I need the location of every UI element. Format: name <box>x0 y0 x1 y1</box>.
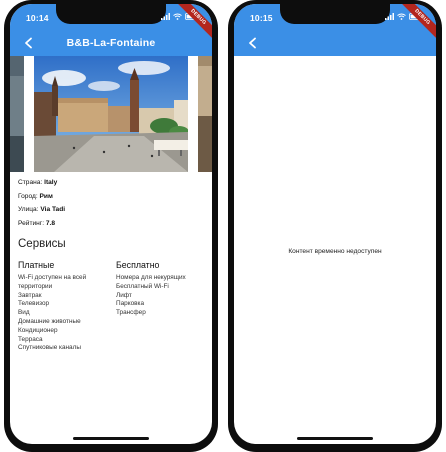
unavailable-screen: 10:15 DEBUG Контент временно недоступен <box>234 4 436 444</box>
debug-ribbon: DEBUG <box>396 4 436 44</box>
status-time: 10:14 <box>26 13 49 23</box>
wifi-icon <box>173 13 182 20</box>
info-rating: Рейтинг: 7.8 <box>18 219 56 227</box>
square-photo-image <box>34 56 188 172</box>
list-item: Парковка <box>116 300 145 308</box>
carousel-next-slide[interactable] <box>198 56 212 172</box>
phone-right: 10:15 DEBUG Контент временно недоступен <box>228 0 442 452</box>
home-indicator[interactable] <box>297 437 373 440</box>
app-bar: 10:14 DEBUG B&B-La-Fontaine <box>10 4 212 56</box>
phone-left: 10:14 DEBUG B&B-La-Fontaine Страна: Ital… <box>4 0 218 452</box>
hotel-info: Страна: Italy Город: Рим Улица: Via Tadi… <box>18 176 208 230</box>
list-item: Вид <box>18 309 30 317</box>
info-street: Улица: Via Tadi <box>18 206 66 213</box>
list-item: Домашние животные <box>18 317 81 325</box>
list-item: Спутниковые каналы <box>18 344 81 352</box>
hotel-photo <box>34 56 188 172</box>
photo-carousel[interactable] <box>10 56 212 172</box>
hotel-detail-screen: 10:14 DEBUG B&B-La-Fontaine Страна: Ital… <box>10 4 212 444</box>
page-title: B&B-La-Fontaine <box>66 37 156 49</box>
list-item: Телевизор <box>18 300 50 308</box>
list-item: Номера для некурящих <box>116 274 186 281</box>
services-title: Сервисы <box>18 238 66 250</box>
notch <box>280 4 390 24</box>
arrow-back-icon <box>249 37 256 49</box>
status-time: 10:15 <box>250 13 273 23</box>
notch <box>56 4 166 24</box>
home-indicator[interactable] <box>73 437 149 440</box>
signal-icon <box>161 13 170 20</box>
list-item: Завтрак <box>18 291 42 299</box>
free-services-title: Бесплатно <box>116 260 160 270</box>
info-country: Страна: Italy <box>18 179 58 186</box>
carousel-prev-slide[interactable] <box>10 56 24 172</box>
list-item: Терраса <box>18 335 43 343</box>
list-item: Лифт <box>116 291 132 299</box>
info-city: Город: Рим <box>18 192 53 200</box>
signal-icon <box>385 13 394 20</box>
paid-services-title: Платные <box>18 260 55 270</box>
list-item: Wi-Fi доступен на всей территории <box>18 274 87 290</box>
wifi-icon <box>397 13 406 20</box>
back-button[interactable] <box>244 34 262 52</box>
free-services: Бесплатно Номера для некурящих Бесплатны… <box>116 260 208 318</box>
list-item: Трансфер <box>116 309 146 317</box>
content-unavailable-message: Контент временно недоступен <box>288 248 382 255</box>
list-item: Бесплатный Wi-Fi <box>116 282 169 290</box>
app-bar: 10:15 DEBUG <box>234 4 436 56</box>
paid-services: Платные Wi-Fi доступен на всей территори… <box>18 260 110 353</box>
list-item: Кондиционер <box>18 326 58 334</box>
